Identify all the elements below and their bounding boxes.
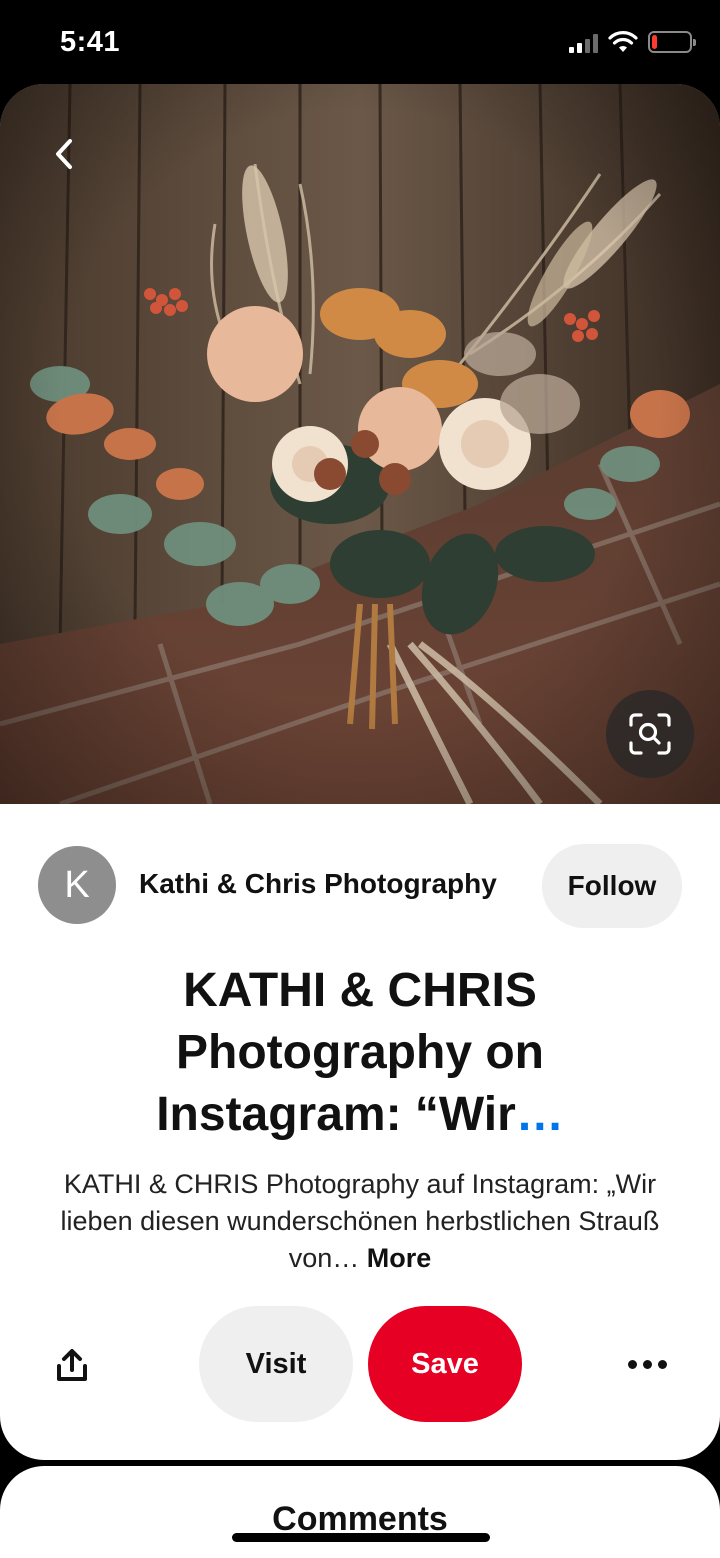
action-row: Visit Save (0, 1306, 720, 1422)
dot (627, 1359, 637, 1369)
home-indicator[interactable] (232, 1533, 490, 1542)
battery-icon (648, 31, 696, 53)
pin-title-ellipsis[interactable]: … (516, 1088, 564, 1141)
pin-description-text: KATHI & CHRIS Photography auf Instagram:… (60, 1169, 660, 1273)
more-dots-icon[interactable] (618, 1344, 676, 1384)
flower-bouquet-photo (0, 84, 720, 804)
status-bar: 5:41 (0, 0, 720, 86)
status-icons (569, 31, 696, 53)
pin-title-text: KATHI & CHRIS Photography on Instagram: … (156, 964, 544, 1141)
dot (642, 1359, 652, 1369)
back-button[interactable] (34, 124, 94, 184)
wifi-icon (608, 31, 638, 52)
visit-button[interactable]: Visit (199, 1306, 353, 1422)
pin-title[interactable]: KATHI & CHRIS Photography on Instagram: … (60, 960, 660, 1146)
chevron-left-icon (56, 139, 72, 169)
comments-card[interactable]: Comments (0, 1466, 720, 1558)
battery-level (652, 35, 657, 49)
cellular-signal-icon (569, 33, 598, 53)
more-link[interactable]: More (367, 1243, 432, 1273)
dot (657, 1359, 667, 1369)
share-icon (57, 1349, 87, 1381)
visual-search-button[interactable] (606, 690, 694, 778)
pin-description: KATHI & CHRIS Photography auf Instagram:… (40, 1166, 680, 1277)
pin-detail-screen: 5:41 K Kathi & Chris Photography Follow … (0, 0, 720, 1558)
creator-name[interactable]: Kathi & Chris Photography (139, 868, 497, 900)
pin-image[interactable] (0, 84, 720, 804)
save-button[interactable]: Save (368, 1306, 522, 1422)
visual-search-icon (629, 713, 671, 755)
follow-button[interactable]: Follow (542, 844, 682, 928)
creator-avatar[interactable]: K (38, 846, 116, 924)
pin-card: K Kathi & Chris Photography Follow KATHI… (0, 84, 720, 1460)
creator-row: K Kathi & Chris Photography Follow (0, 844, 720, 928)
status-time: 5:41 (60, 26, 121, 58)
share-button[interactable] (42, 1338, 102, 1394)
